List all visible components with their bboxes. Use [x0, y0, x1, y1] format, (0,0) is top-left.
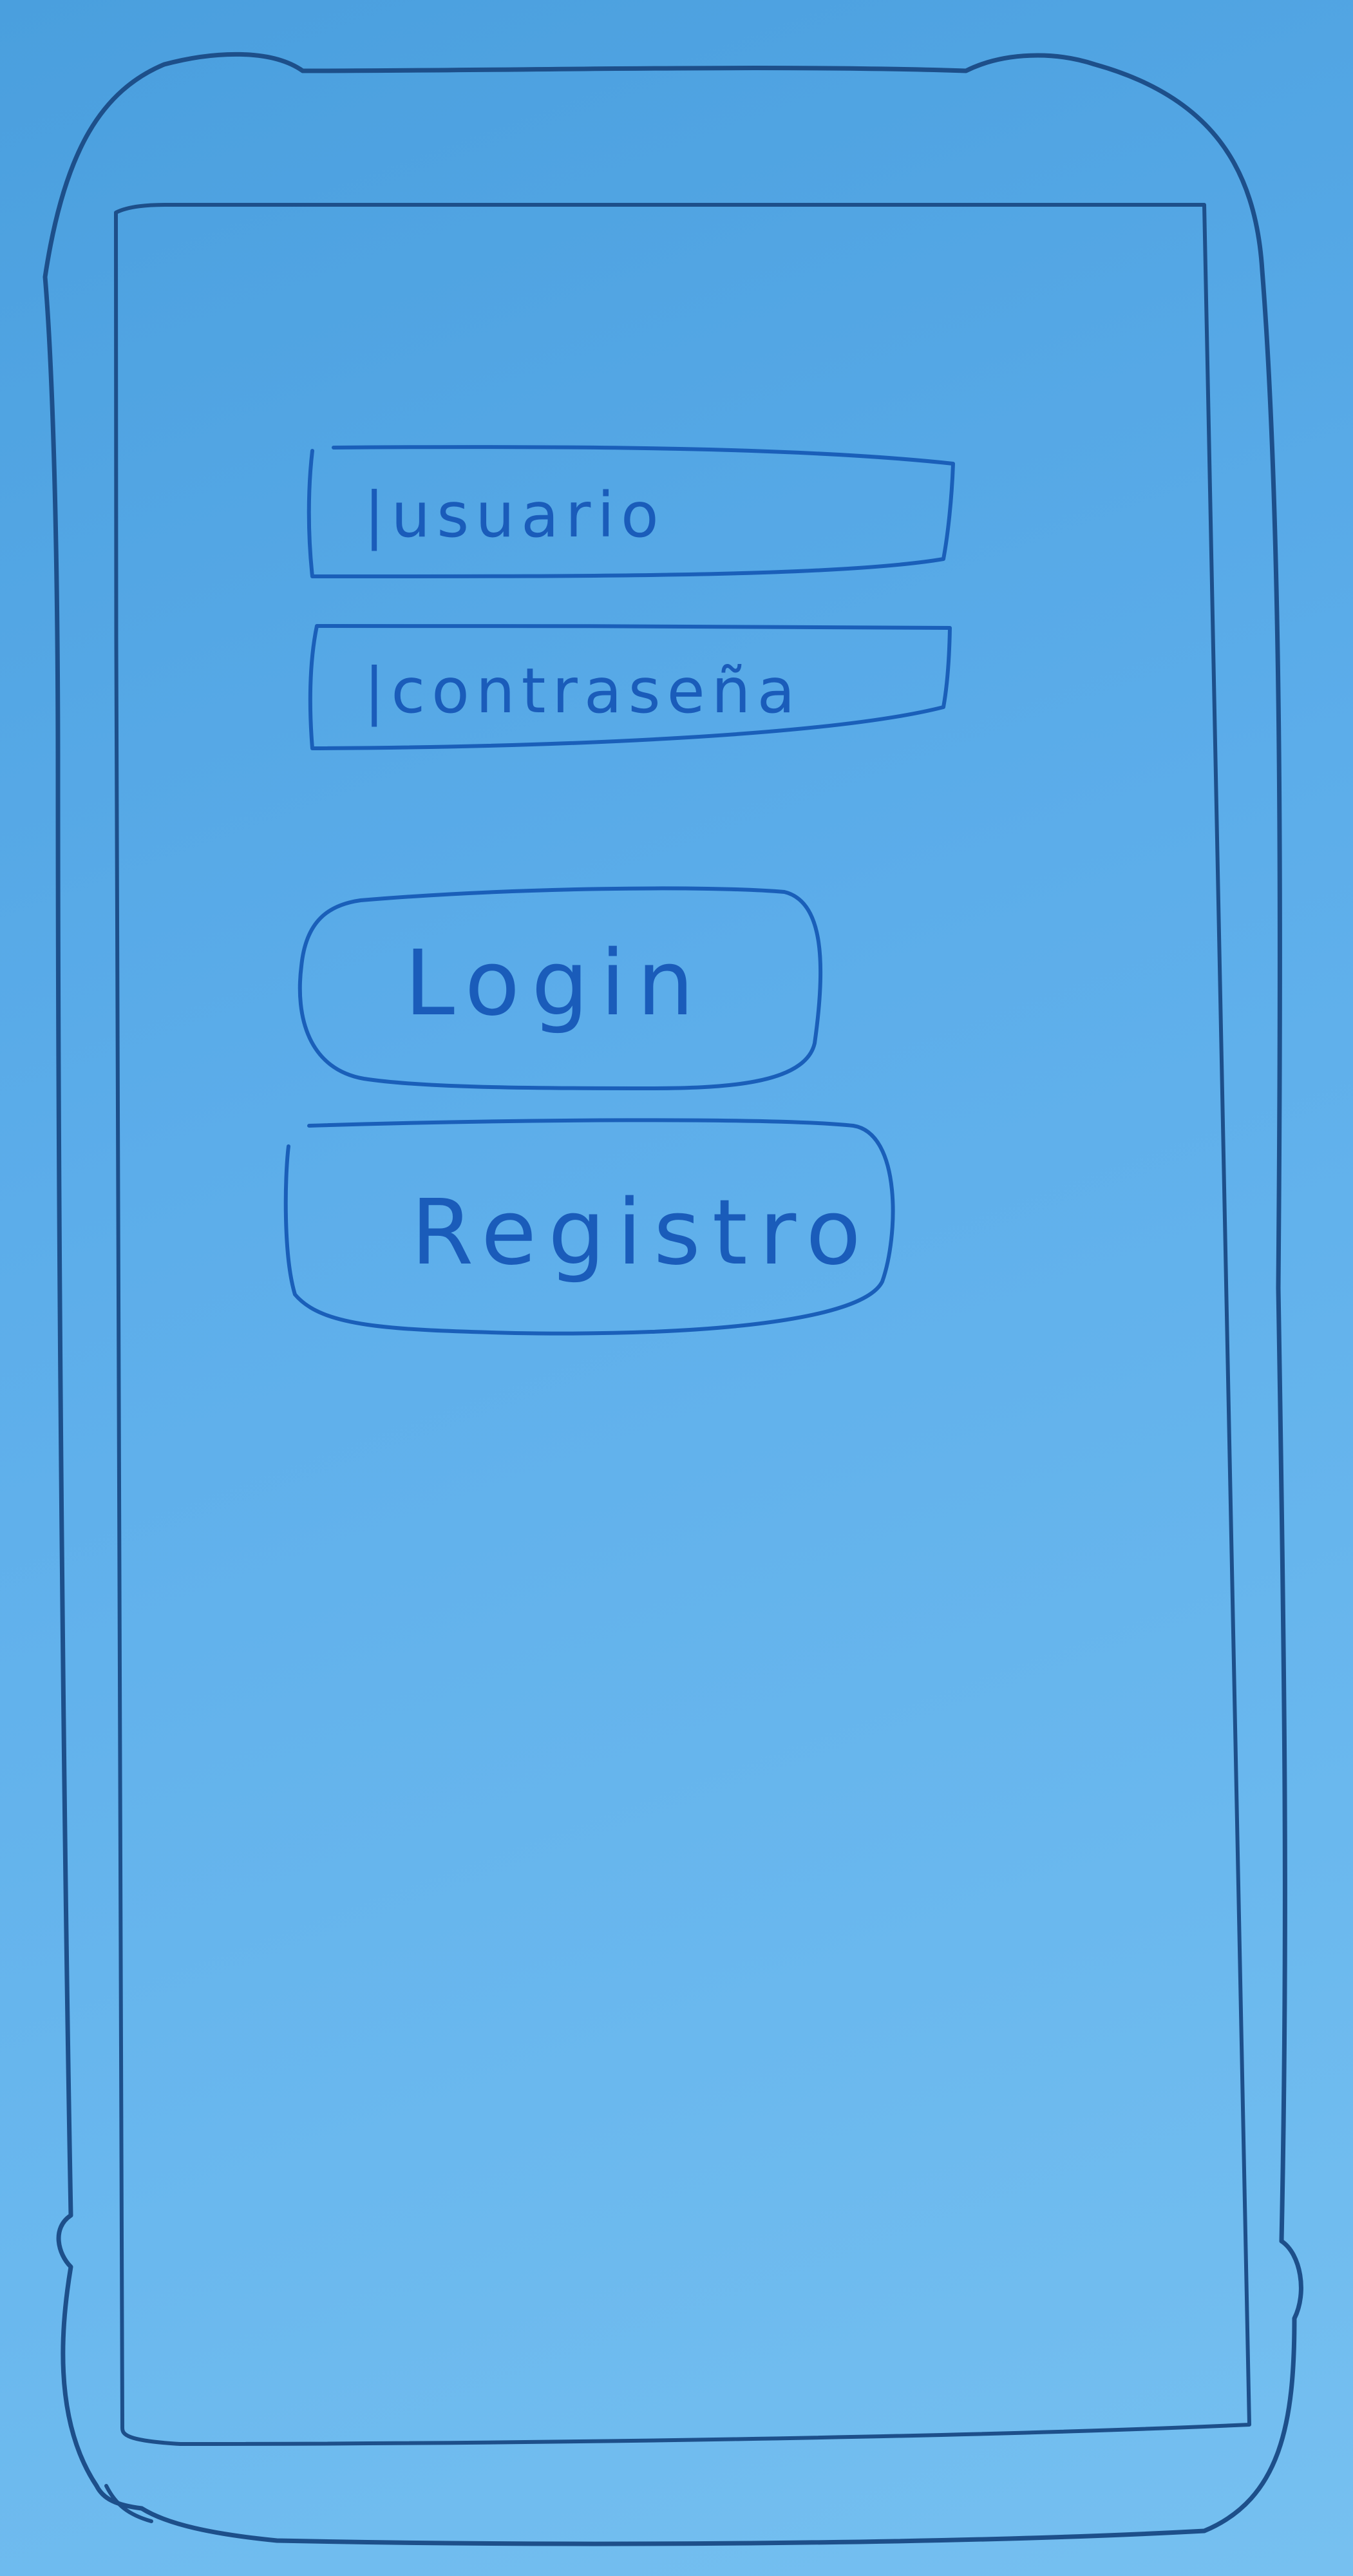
register-button-label: Registro	[411, 1180, 873, 1285]
password-placeholder-text: contraseña	[391, 655, 802, 727]
password-placeholder: |contraseña	[364, 660, 801, 722]
text-caret: |	[364, 655, 392, 727]
username-placeholder-text: usuario	[391, 479, 665, 551]
username-placeholder: |usuario	[364, 484, 665, 546]
login-button-label: Login	[404, 931, 706, 1036]
text-caret: |	[364, 479, 392, 551]
